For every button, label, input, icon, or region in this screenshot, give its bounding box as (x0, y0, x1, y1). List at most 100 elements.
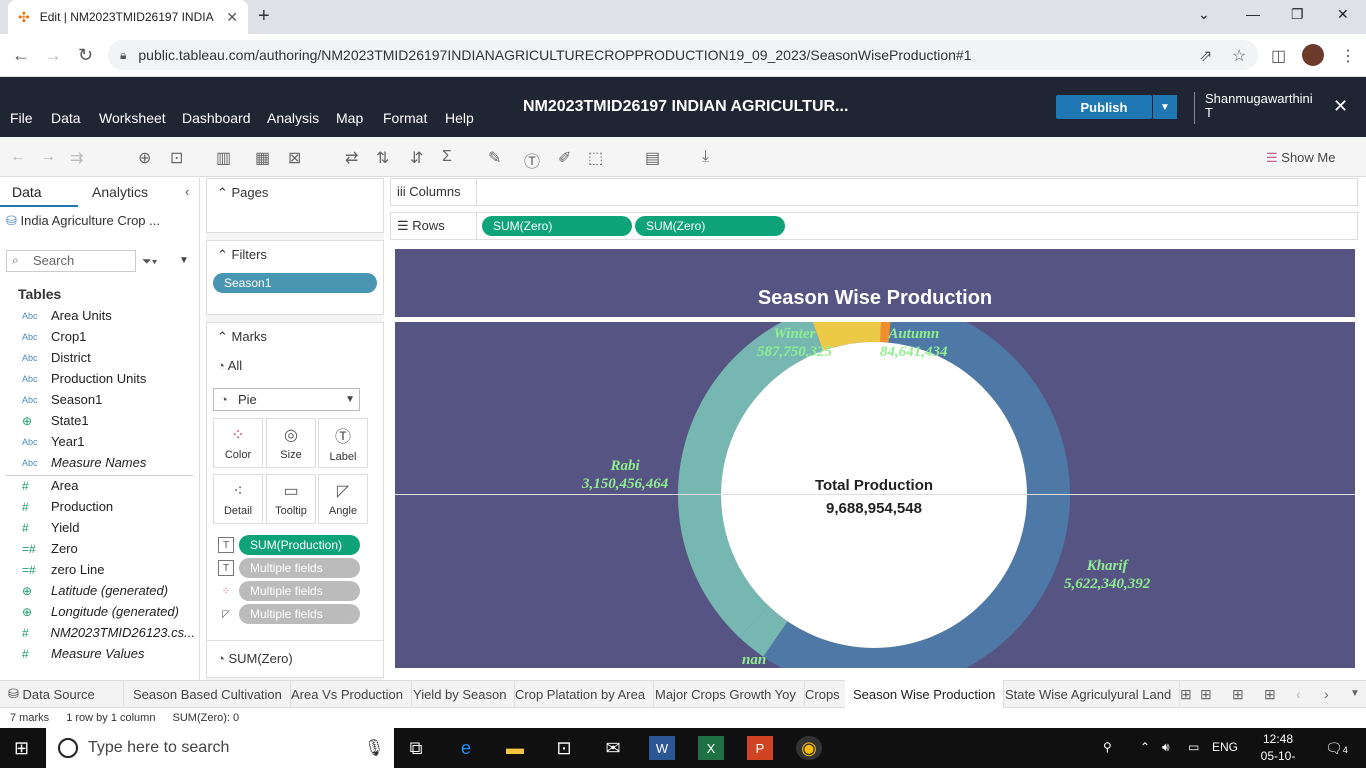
sheet-tab[interactable]: Major Crops Growth Yoy (647, 680, 805, 708)
user-name[interactable]: Shanmugawarthini T (1194, 92, 1316, 124)
field-item[interactable]: Abc Crop1 (0, 326, 195, 347)
tooltip-button[interactable]: ▭ Tooltip (266, 474, 316, 524)
row-pill-sum-zero[interactable]: SUM(Zero) (482, 216, 632, 236)
color-button[interactable]: ⁘ Color (213, 418, 263, 468)
marks-all-row[interactable]: ◔ All (217, 358, 242, 373)
new-worksheet-icon[interactable]: ▥ (216, 148, 231, 168)
minimize-icon[interactable]: — (1246, 6, 1260, 22)
close-window-icon[interactable]: ✕ (1337, 6, 1349, 23)
field-item[interactable]: =# Zero (0, 538, 195, 559)
mark-pill-sum-production[interactable]: SUM(Production) (239, 535, 360, 555)
battery-icon[interactable]: ▭ (1188, 740, 1199, 754)
clock[interactable]: 12:48 05-10-2023 (1252, 731, 1304, 782)
size-button[interactable]: ◎ Size (266, 418, 316, 468)
field-item[interactable]: Abc Measure Names (0, 452, 195, 473)
menu-format[interactable]: Format (383, 110, 427, 126)
file-explorer-icon[interactable]: ▬ (502, 736, 528, 760)
mark-pill-multiple-fields[interactable]: Multiple fields (239, 581, 360, 601)
show-me-button[interactable]: ☰ Show Me (1266, 150, 1335, 166)
filter-pill-season1[interactable]: Season1 (213, 273, 377, 293)
angle-button[interactable]: ◸ Angle (318, 474, 368, 524)
sort-asc-icon[interactable]: ⇅ (376, 148, 389, 168)
pause-updates-icon[interactable]: ⊡ (170, 148, 183, 168)
new-tab-icon[interactable]: + (258, 5, 270, 28)
redo-icon[interactable]: → (40, 148, 56, 166)
sheet-tab[interactable]: Season Based Cultivation (125, 680, 291, 708)
restore-icon[interactable]: ❐ (1291, 6, 1304, 23)
language-indicator[interactable]: ENG (1212, 740, 1238, 754)
sheet-tab[interactable]: Crops (797, 680, 849, 708)
mark-pill-multiple-fields[interactable]: Multiple fields (239, 604, 360, 624)
menu-help[interactable]: Help (445, 110, 474, 126)
sum-zero-row[interactable]: ◔ SUM(Zero) (217, 651, 293, 666)
replay-icon[interactable]: ⇉ (70, 148, 83, 168)
tabs-menu-icon[interactable]: ▼ (1350, 688, 1360, 699)
field-item[interactable]: # Area (0, 475, 195, 496)
collapse-icon[interactable]: ⌃ (217, 329, 232, 344)
close-tab-icon[interactable]: ✕ (226, 9, 238, 26)
field-item[interactable]: ⊕ Longitude (generated) (0, 601, 195, 622)
collapse-pane-icon[interactable]: ‹ (185, 184, 189, 199)
new-datasource-icon[interactable]: ⊕ (138, 148, 151, 168)
menu-data[interactable]: Data (51, 110, 81, 126)
chrome-icon[interactable]: ◉ (796, 736, 822, 760)
field-item[interactable]: # Production (0, 496, 195, 517)
rows-shelf[interactable]: ☰ Rows SUM(Zero) SUM(Zero) (390, 212, 1358, 240)
totals-icon[interactable]: Σ (442, 148, 452, 166)
tab-analytics[interactable]: Analytics (92, 184, 148, 200)
field-item[interactable]: Abc Area Units (0, 305, 195, 326)
tab-data[interactable]: Data (12, 184, 42, 200)
collapse-icon[interactable]: ⌃ (217, 185, 232, 200)
field-item[interactable]: # NM2023TMID26123.cs... (0, 622, 195, 643)
show-labels-icon[interactable]: Ⓣ (524, 148, 540, 172)
scroll-right-icon[interactable]: › (1324, 686, 1329, 702)
filter-fields-icon[interactable]: ⏷▾ (142, 254, 157, 269)
field-item[interactable]: # Yield (0, 517, 195, 538)
tab-data-source[interactable]: ⛁ Data Source (0, 680, 124, 708)
menu-dashboard[interactable]: Dashboard (182, 110, 251, 126)
volume-icon[interactable]: 🔊︎ (1162, 740, 1170, 755)
chevron-down-icon[interactable]: ⌄ (1198, 6, 1210, 23)
back-icon[interactable]: ← (12, 45, 30, 66)
pages-card[interactable]: ⌃ Pages (206, 178, 384, 233)
field-item[interactable]: Abc Production Units (0, 368, 195, 389)
store-icon[interactable]: ⊡ (551, 736, 577, 760)
filters-card[interactable]: ⌃ Filters Season1 (206, 240, 384, 315)
sheet-tab-active[interactable]: Season Wise Production (845, 680, 1005, 708)
pane-menu-icon[interactable]: ▼ (179, 255, 189, 266)
field-search-input[interactable]: Search (6, 250, 136, 272)
profile-avatar[interactable] (1302, 44, 1324, 66)
viz-title[interactable]: Season Wise Production (395, 287, 1355, 310)
word-icon[interactable]: W (649, 736, 675, 760)
microphone-icon[interactable]: 🎙︎ (364, 738, 384, 758)
edge-icon[interactable]: e (453, 736, 479, 760)
publish-button[interactable]: Publish (1056, 95, 1152, 119)
menu-worksheet[interactable]: Worksheet (99, 110, 166, 126)
publish-dropdown-icon[interactable]: ▼ (1153, 95, 1177, 119)
fit-icon[interactable]: ⬚ (588, 148, 603, 168)
windows-start-icon[interactable]: ⊞ (14, 738, 29, 759)
sheet-tab[interactable]: Area Vs Production (283, 680, 413, 708)
close-authoring-icon[interactable]: ✕ (1333, 96, 1348, 117)
new-worksheet-icon[interactable]: ⊞ (1200, 686, 1212, 703)
sheet-tab[interactable]: Crop Platation by Area (507, 680, 655, 708)
url-field[interactable]: 🔒︎ public.tableau.com/authoring/NM2023TM… (108, 40, 1258, 70)
datasource-name[interactable]: ⛁ India Agriculture Crop ... (6, 213, 160, 229)
workbook-title[interactable]: NM2023TMID26197 INDIAN AGRICULTUR... (523, 98, 848, 116)
format-icon[interactable]: ✐ (558, 148, 571, 168)
field-item[interactable]: =# zero Line (0, 559, 195, 580)
new-story-icon[interactable]: ⊞ (1264, 686, 1276, 703)
row-pill-sum-zero[interactable]: SUM(Zero) (635, 216, 785, 236)
reload-icon[interactable]: ↻ (78, 45, 93, 66)
detail-button[interactable]: ⁖ Detail (213, 474, 263, 524)
powerpoint-icon[interactable]: P (747, 736, 773, 760)
field-item[interactable]: Abc Year1 (0, 431, 195, 452)
columns-shelf[interactable]: iii Columns (390, 178, 1358, 206)
field-item[interactable]: ⊕ State1 (0, 410, 195, 431)
task-view-icon[interactable]: ⧉ (403, 736, 429, 760)
people-icon[interactable]: ⚲ (1103, 740, 1112, 754)
menu-map[interactable]: Map (336, 110, 363, 126)
excel-icon[interactable]: X (698, 736, 724, 760)
tray-chevron-icon[interactable]: ⌃ (1140, 740, 1150, 754)
menu-file[interactable]: File (10, 110, 33, 126)
